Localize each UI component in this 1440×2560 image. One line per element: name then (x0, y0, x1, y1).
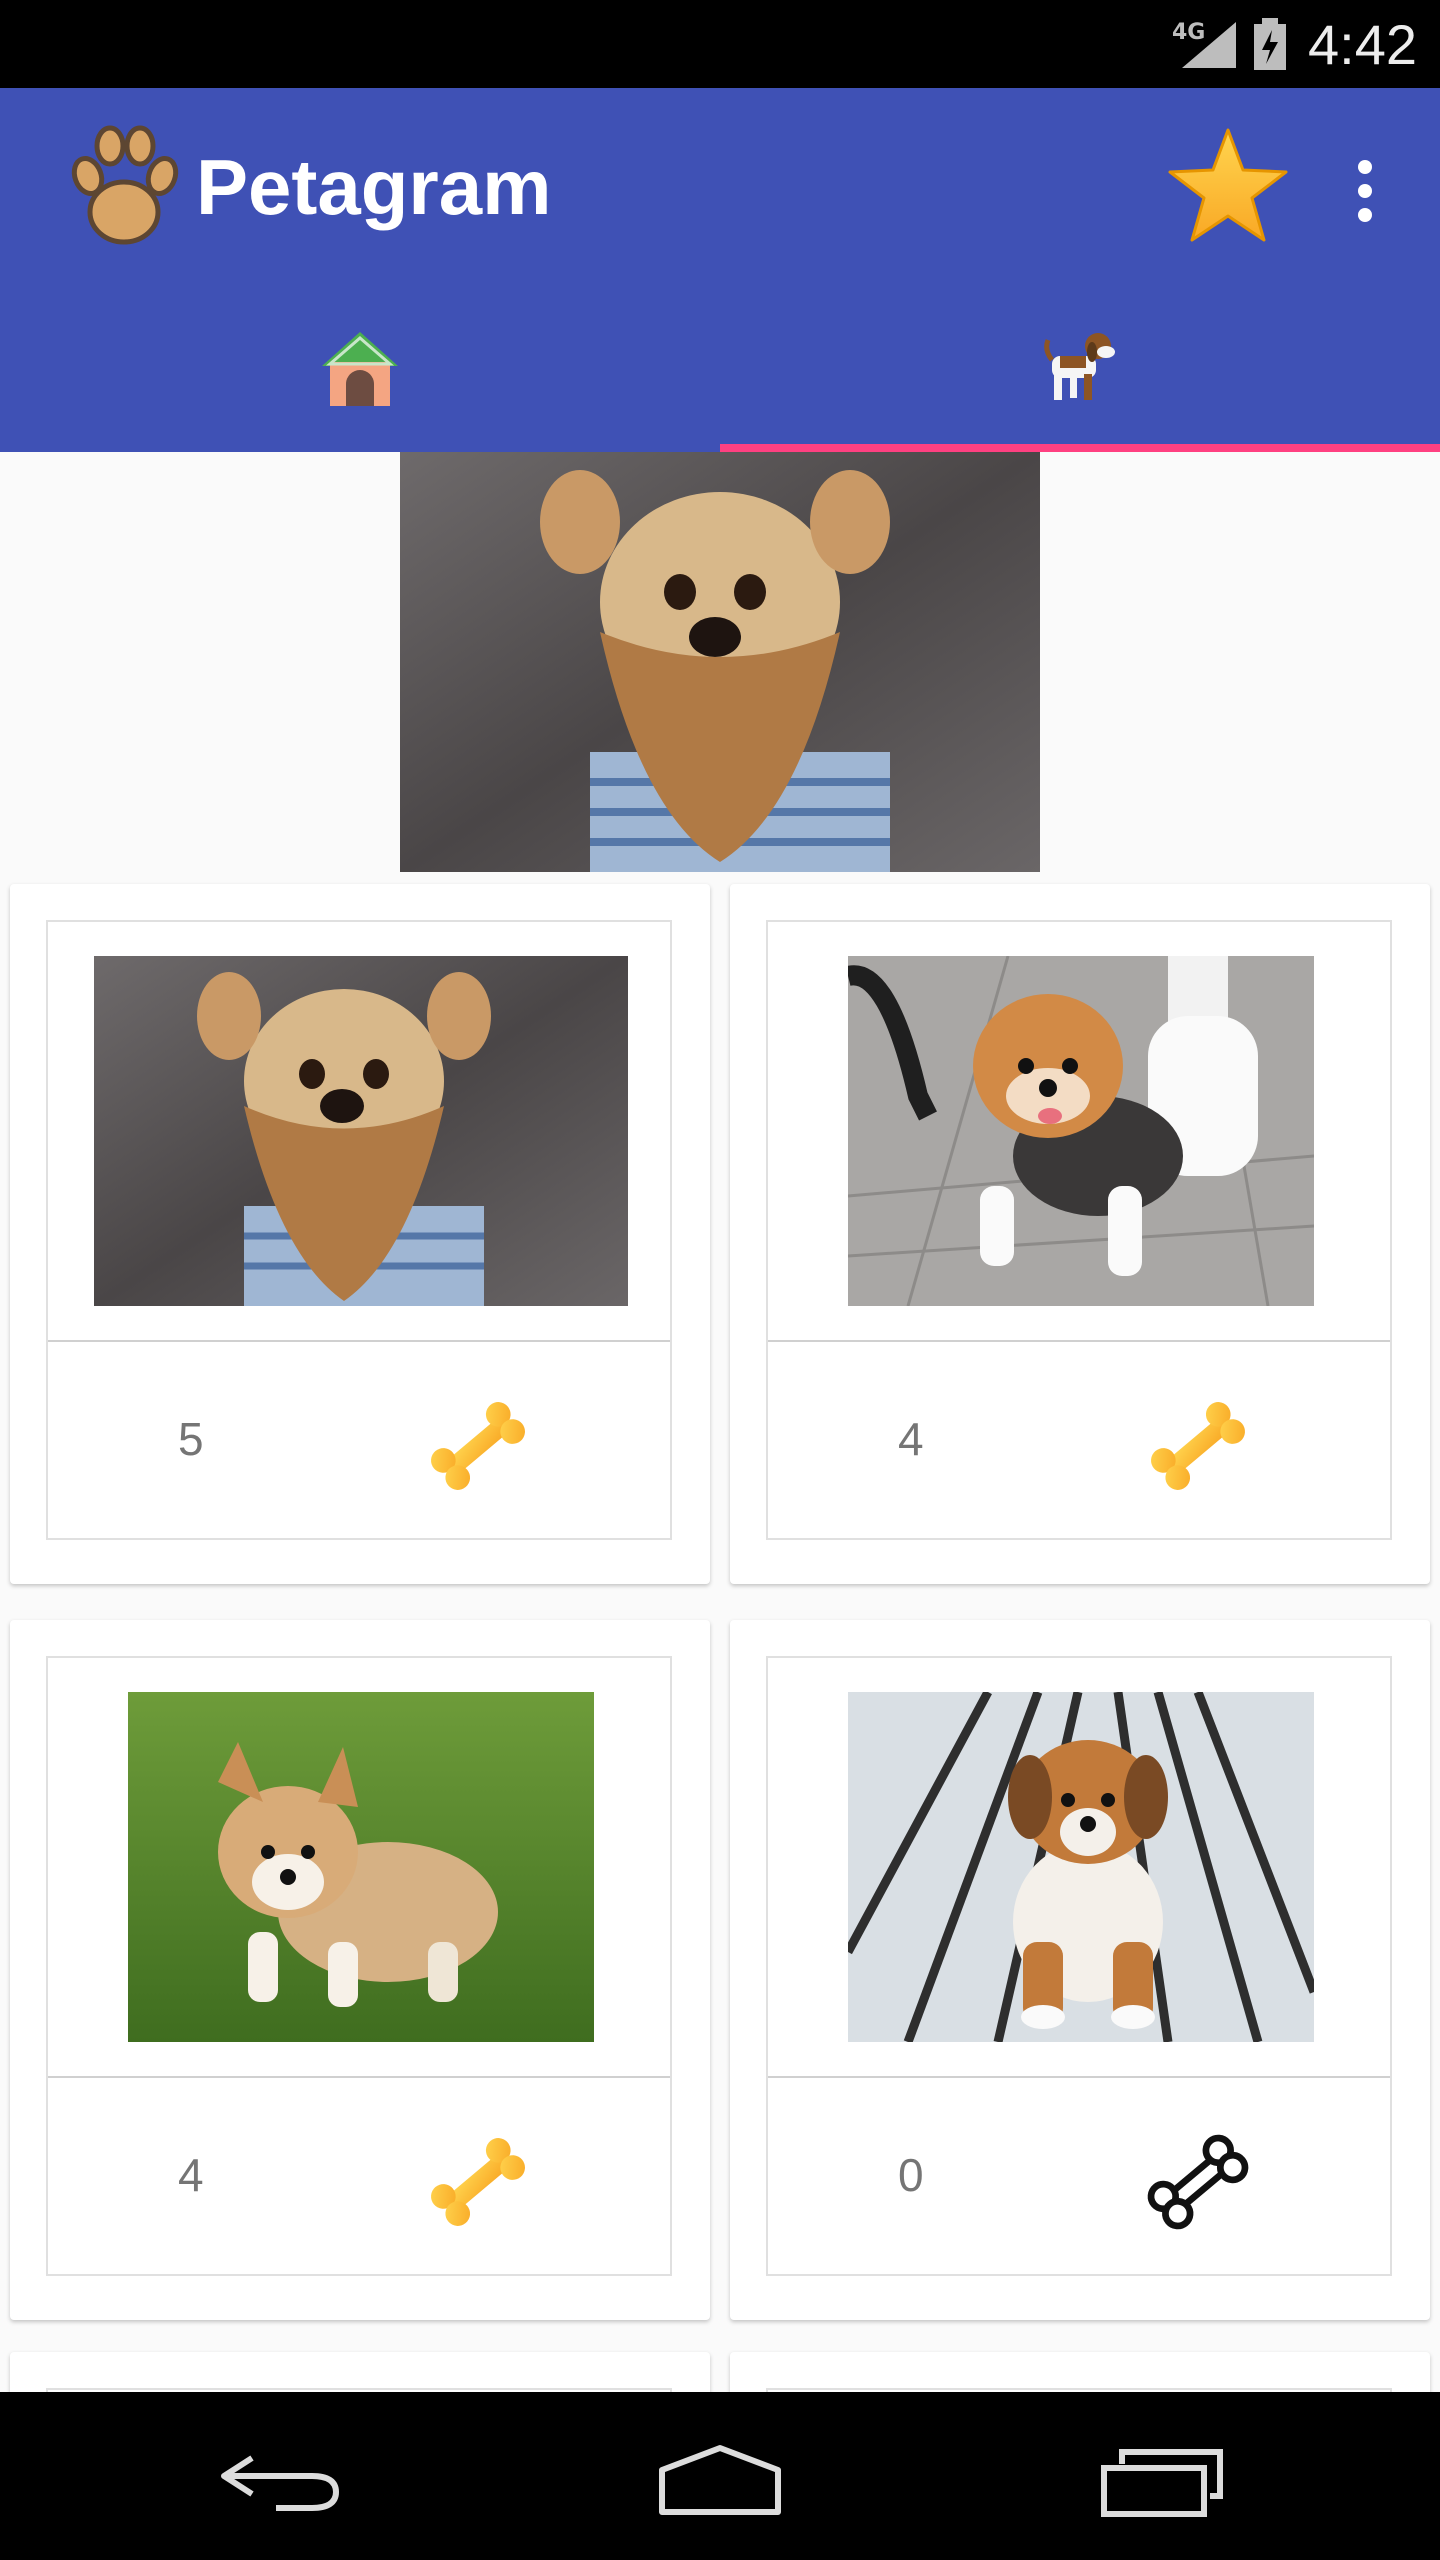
pet-card-content: 0 (766, 1656, 1392, 2276)
card-divider (48, 2076, 670, 2078)
recents-icon[interactable] (1098, 2440, 1226, 2520)
profile-photo (400, 452, 1040, 872)
pet-card[interactable]: 4 (730, 884, 1430, 1584)
pet-photo (848, 956, 1314, 1306)
like-count: 4 (898, 1413, 924, 1465)
bone-outline-icon[interactable] (1142, 2126, 1254, 2238)
card-divider (768, 1340, 1390, 1342)
tab-my-pet[interactable] (720, 300, 1440, 452)
pet-photo (128, 1692, 594, 2042)
battery-charging-icon (1254, 18, 1286, 70)
card-divider (48, 1340, 670, 1342)
like-count: 4 (178, 2149, 204, 2201)
pet-card-content: 4 (766, 920, 1392, 1540)
tab-indicator (720, 444, 1440, 452)
pet-card[interactable]: 4 (10, 1620, 710, 2320)
pet-card[interactable]: 0 (730, 1620, 1430, 2320)
tab-home[interactable] (0, 300, 720, 452)
pet-card-content: 5 (46, 920, 672, 1540)
pet-card-content: 4 (46, 1656, 672, 2276)
pet-card[interactable]: 5 (10, 884, 710, 1584)
doghouse-icon (322, 332, 398, 406)
back-icon[interactable] (216, 2440, 344, 2520)
overflow-menu-icon[interactable] (1336, 150, 1392, 232)
bone-like-icon[interactable] (422, 2126, 534, 2238)
pet-photo (848, 1692, 1314, 2042)
signal-icon (1182, 22, 1236, 68)
home-icon[interactable] (652, 2440, 788, 2520)
app-title: Petagram (196, 143, 552, 231)
paw-logo-icon (71, 125, 179, 245)
like-count: 5 (178, 1413, 204, 1465)
pet-photo (94, 956, 628, 1306)
star-icon[interactable] (1166, 126, 1290, 246)
status-bar: 4G 4:42 (0, 0, 1440, 88)
dog-icon (1044, 333, 1115, 400)
like-count: 0 (898, 2149, 924, 2201)
card-divider (768, 2076, 1390, 2078)
bone-like-icon[interactable] (422, 1390, 534, 1502)
bone-like-icon[interactable] (1142, 1390, 1254, 1502)
clock: 4:42 (1308, 13, 1417, 76)
